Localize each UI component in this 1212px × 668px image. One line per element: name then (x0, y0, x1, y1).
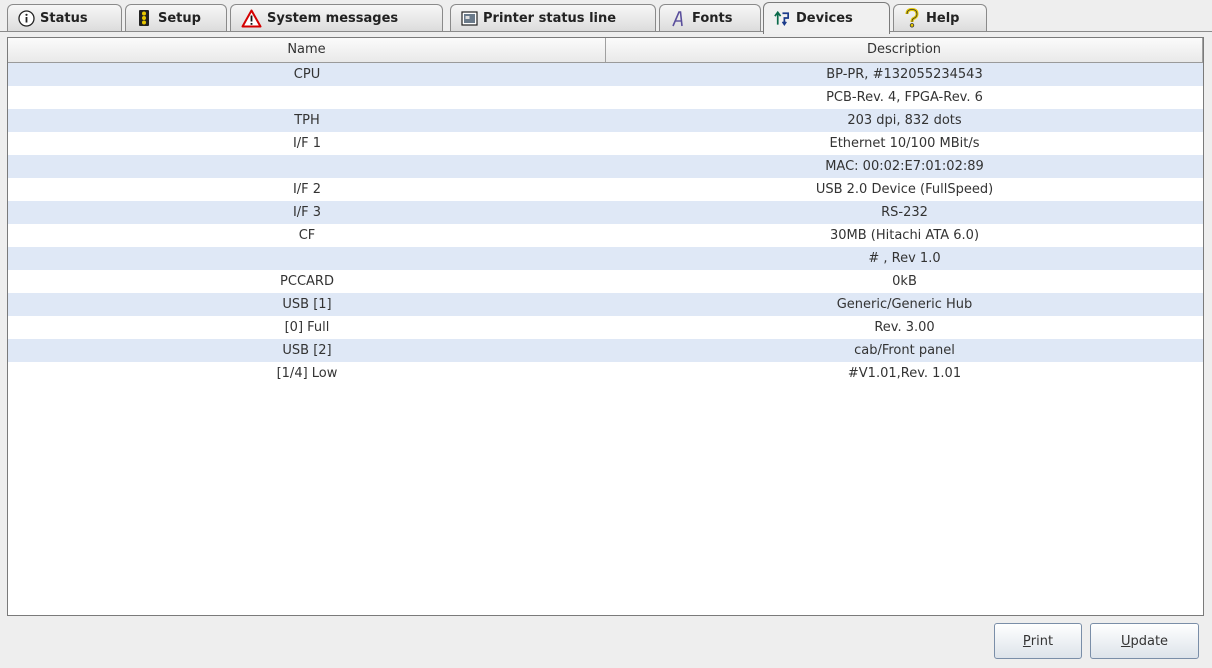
tab-strip-divider (0, 31, 1212, 32)
cell-name: CF (298, 228, 316, 243)
table-row[interactable]: # , Rev 1.0 (8, 247, 1203, 270)
table-row[interactable]: I/F 1 Ethernet 10/100 MBit/s (8, 132, 1203, 155)
cell-description: MAC: 00:02:E7:01:02:89 (825, 159, 984, 174)
tab-help[interactable]: Help (893, 4, 987, 31)
update-button-mnemonic: U (1120, 633, 1131, 649)
tab-setup[interactable]: Setup (125, 4, 227, 31)
cell-name: [0] Full (284, 320, 330, 335)
tab-label: Setup (158, 10, 201, 26)
tab-label: Printer status line (483, 10, 617, 26)
table-row[interactable]: USB [1] Generic/Generic Hub (8, 293, 1203, 316)
table-row[interactable]: CPU BP-PR, #132055234543 (8, 63, 1203, 86)
cell-name: USB [2] (282, 343, 332, 358)
update-button-label: pdate (1130, 633, 1169, 649)
cell-name: I/F 1 (292, 136, 322, 151)
font-icon (669, 9, 687, 27)
devices-icon (773, 10, 791, 28)
table-row[interactable]: USB [2] cab/Front panel (8, 339, 1203, 362)
cell-description: 30MB (Hitachi ATA 6.0) (829, 228, 980, 243)
cell-name: TPH (294, 113, 320, 128)
cell-description: USB 2.0 Device (FullSpeed) (815, 182, 994, 197)
info-icon (17, 9, 35, 27)
table-header: Name Description (8, 38, 1203, 63)
tab-printer-status-line[interactable]: Printer status line (450, 4, 656, 31)
cell-description: # , Rev 1.0 (868, 251, 941, 266)
tab-label: Help (926, 10, 960, 26)
tab-status[interactable]: Status (7, 4, 122, 31)
tab-devices[interactable]: Devices (763, 2, 890, 34)
table-row[interactable]: PCB-Rev. 4, FPGA-Rev. 6 (8, 86, 1203, 109)
cell-name: USB [1] (282, 297, 332, 312)
tab-fonts[interactable]: Fonts (659, 4, 761, 31)
cell-description: BP-PR, #132055234543 (826, 67, 983, 82)
column-header-description[interactable]: Description (606, 38, 1203, 62)
table-row[interactable]: I/F 3 RS-232 (8, 201, 1203, 224)
help-icon (903, 8, 921, 28)
traffic-light-icon (135, 9, 153, 27)
table-row[interactable]: TPH 203 dpi, 832 dots (8, 109, 1203, 132)
cell-name: I/F 3 (292, 205, 322, 220)
print-button-label: rint (1030, 633, 1054, 649)
cell-name (8, 247, 606, 270)
table-body: CPU BP-PR, #132055234543 PCB-Rev. 4, FPGA-… (8, 63, 1203, 385)
warning-icon (240, 9, 262, 27)
cell-description: Rev. 3.00 (874, 320, 935, 335)
cell-description: 0kB (892, 274, 917, 289)
cell-description: PCB-Rev. 4, FPGA-Rev. 6 (826, 90, 983, 105)
cell-name: [1/4] Low (276, 366, 338, 381)
table-row[interactable]: [0] Full Rev. 3.00 (8, 316, 1203, 339)
table-row[interactable]: [1/4] Low #V1.01,Rev. 1.01 (8, 362, 1203, 385)
tab-label: Devices (796, 11, 853, 26)
display-icon (460, 9, 478, 27)
table-row[interactable]: I/F 2 USB 2.0 Device (FullSpeed) (8, 178, 1203, 201)
tab-label: Status (40, 10, 88, 26)
cell-description: Ethernet 10/100 MBit/s (829, 136, 980, 151)
devices-table: Name Description CPU BP-PR, #132055234543… (7, 37, 1204, 616)
cell-description: RS-232 (881, 205, 928, 220)
column-header-name[interactable]: Name (8, 38, 606, 62)
cell-name (8, 86, 606, 109)
update-button[interactable]: Update (1090, 623, 1199, 659)
cell-description: #V1.01,Rev. 1.01 (847, 366, 962, 381)
table-row[interactable]: MAC: 00:02:E7:01:02:89 (8, 155, 1203, 178)
cell-description: Generic/Generic Hub (836, 297, 973, 312)
table-row[interactable]: CF 30MB (Hitachi ATA 6.0) (8, 224, 1203, 247)
cell-name: CPU (293, 67, 321, 82)
cell-name (8, 155, 606, 178)
print-button-mnemonic: P (1022, 633, 1031, 649)
tab-system-messages[interactable]: System messages (230, 4, 443, 31)
cell-name: I/F 2 (292, 182, 322, 197)
cell-description: cab/Front panel (854, 343, 955, 358)
tab-strip: Status Setup System messages Printer sta… (0, 0, 1212, 34)
tab-label: Fonts (692, 10, 733, 26)
tab-label: System messages (267, 10, 399, 26)
cell-name: PCCARD (280, 274, 334, 289)
table-row[interactable]: PCCARD 0kB (8, 270, 1203, 293)
print-button[interactable]: Print (994, 623, 1082, 659)
cell-description: 203 dpi, 832 dots (847, 113, 962, 128)
